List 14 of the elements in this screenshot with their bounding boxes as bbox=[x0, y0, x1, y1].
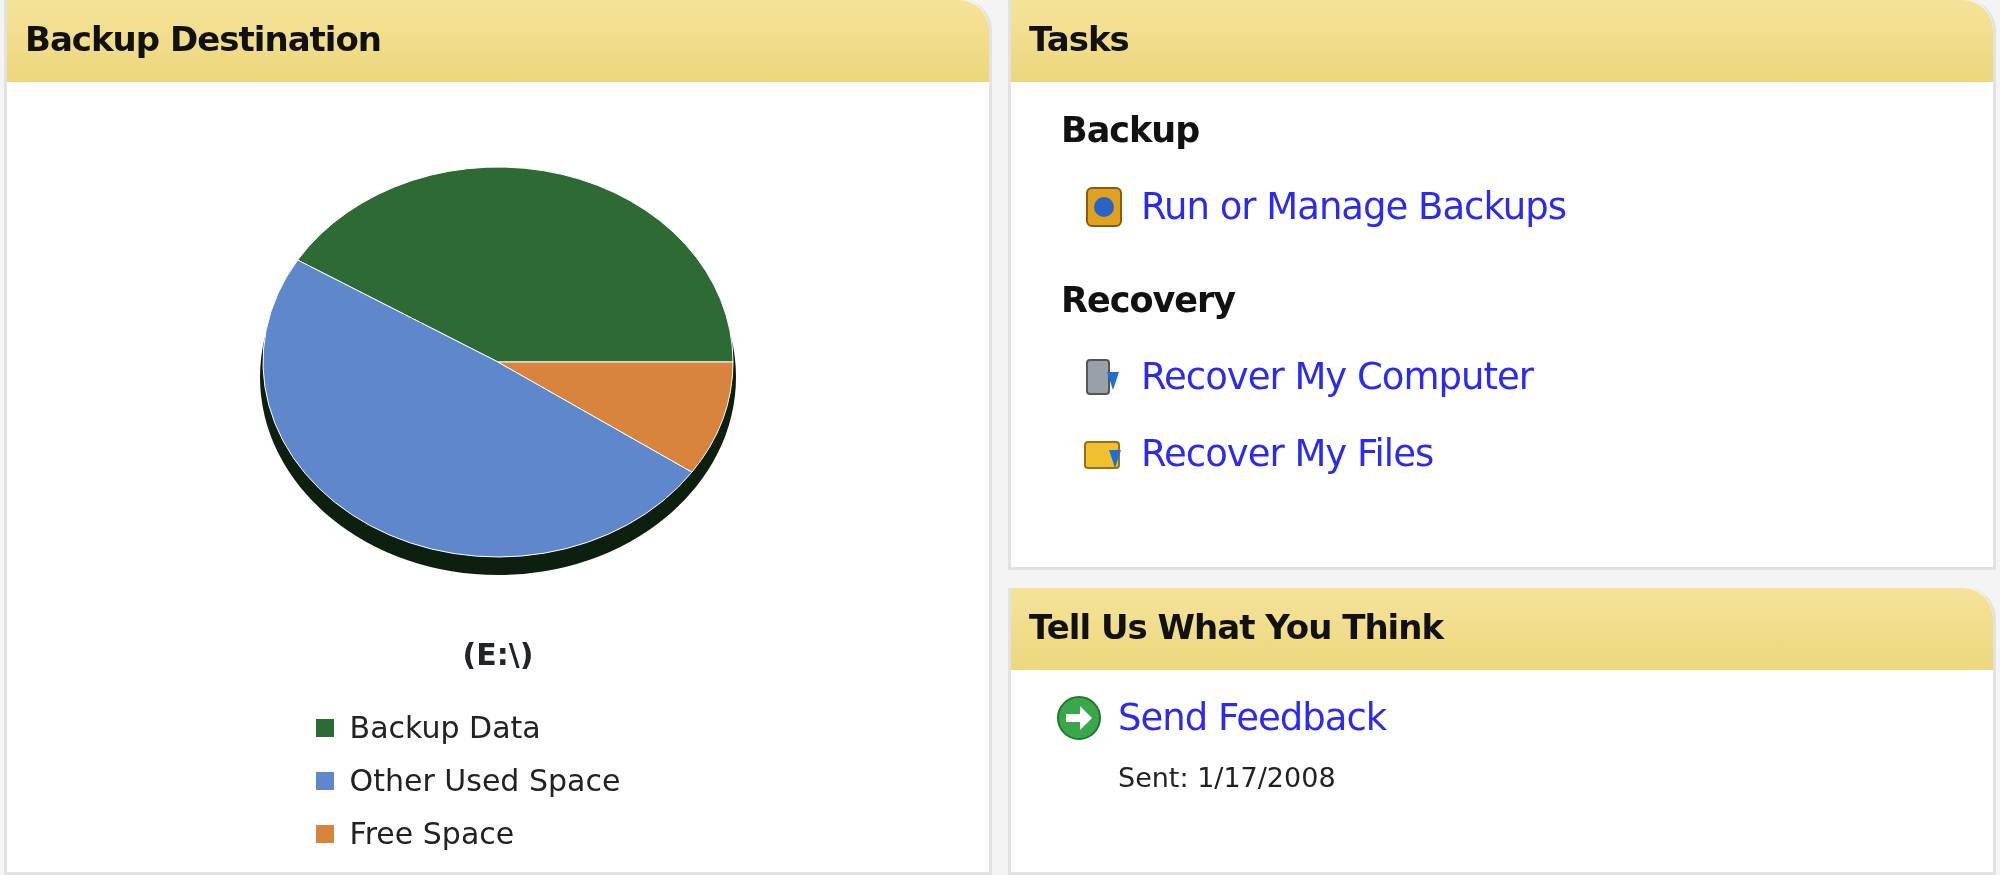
legend-label: Backup Data bbox=[349, 709, 541, 747]
drive-label: (E:\) bbox=[462, 636, 534, 674]
task-link[interactable]: Recover My Files bbox=[1141, 426, 1434, 482]
section-heading: Recovery bbox=[1061, 279, 1237, 322]
legend-label: Other Used Space bbox=[349, 762, 621, 800]
task-link[interactable]: Recover My Computer bbox=[1141, 348, 1533, 404]
legend-label: Free Space bbox=[349, 815, 515, 853]
panel-header: Tasks bbox=[1011, 0, 1993, 82]
send-feedback-link[interactable]: Send Feedback bbox=[1118, 690, 1387, 746]
section-heading: Backup bbox=[1061, 109, 1201, 152]
panel-header: Backup Destination bbox=[7, 0, 989, 82]
sent-date: Sent: 1/17/2008 bbox=[1118, 760, 1337, 795]
panel-header: Tell Us What You Think bbox=[1011, 588, 1993, 670]
task-link[interactable]: Run or Manage Backups bbox=[1141, 178, 1566, 234]
